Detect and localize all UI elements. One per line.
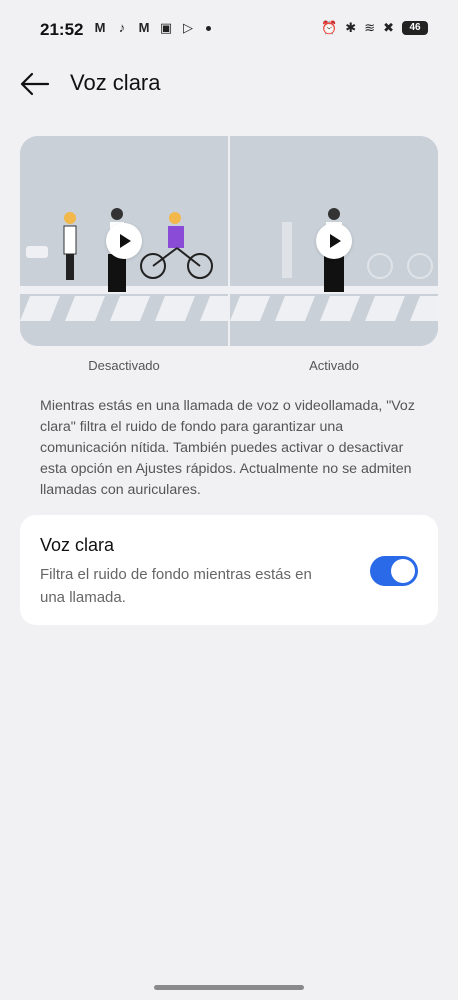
page-title: Voz clara <box>70 70 161 95</box>
more-notifications-icon <box>206 25 211 31</box>
preview-after <box>230 136 438 346</box>
alarm-icon: ⏰ <box>321 20 338 35</box>
gmail-icon: M <box>94 20 106 35</box>
voice-clarity-toggle[interactable] <box>370 556 418 586</box>
play-before-button[interactable] <box>106 223 142 259</box>
app-header: Voz clara <box>0 60 458 110</box>
voice-clarity-setting-card: Voz clara Filtra el ruido de fondo mient… <box>20 515 438 625</box>
status-time: 21:52 <box>40 20 84 39</box>
back-button[interactable] <box>18 70 52 98</box>
notification-icons: M ♪ M ▣ ▷ <box>92 20 211 36</box>
toggle-knob <box>391 559 415 583</box>
system-icons: ⏰ ✱ ≋ ✖ 46 <box>321 19 428 37</box>
play-after-button[interactable] <box>316 223 352 259</box>
app-icon: ▣ <box>159 20 173 35</box>
setting-title: Voz clara <box>40 535 115 555</box>
tiktok-icon: ♪ <box>118 20 126 35</box>
preview-panel <box>20 136 438 346</box>
battery-icon: 46 <box>402 21 428 35</box>
before-caption: Desactivado <box>88 358 160 373</box>
status-bar: 21:52 M ♪ M ▣ ▷ ⏰ ✱ ≋ ✖ 46 <box>0 0 458 60</box>
play-store-icon: ▷ <box>183 20 193 35</box>
setting-subtitle: Filtra el ruido de fondo mientras estás … <box>40 566 312 606</box>
back-arrow-icon <box>20 72 50 96</box>
bluetooth-icon: ✱ <box>345 20 357 35</box>
preview-before <box>20 136 228 346</box>
wifi-icon: ≋ <box>364 20 376 35</box>
home-indicator[interactable] <box>154 985 304 990</box>
feature-description: Mientras estás en una llamada de voz o v… <box>40 398 415 498</box>
after-caption: Activado <box>309 358 359 373</box>
data-icon: ✖ <box>383 20 394 35</box>
gmail-icon: M <box>138 20 150 35</box>
